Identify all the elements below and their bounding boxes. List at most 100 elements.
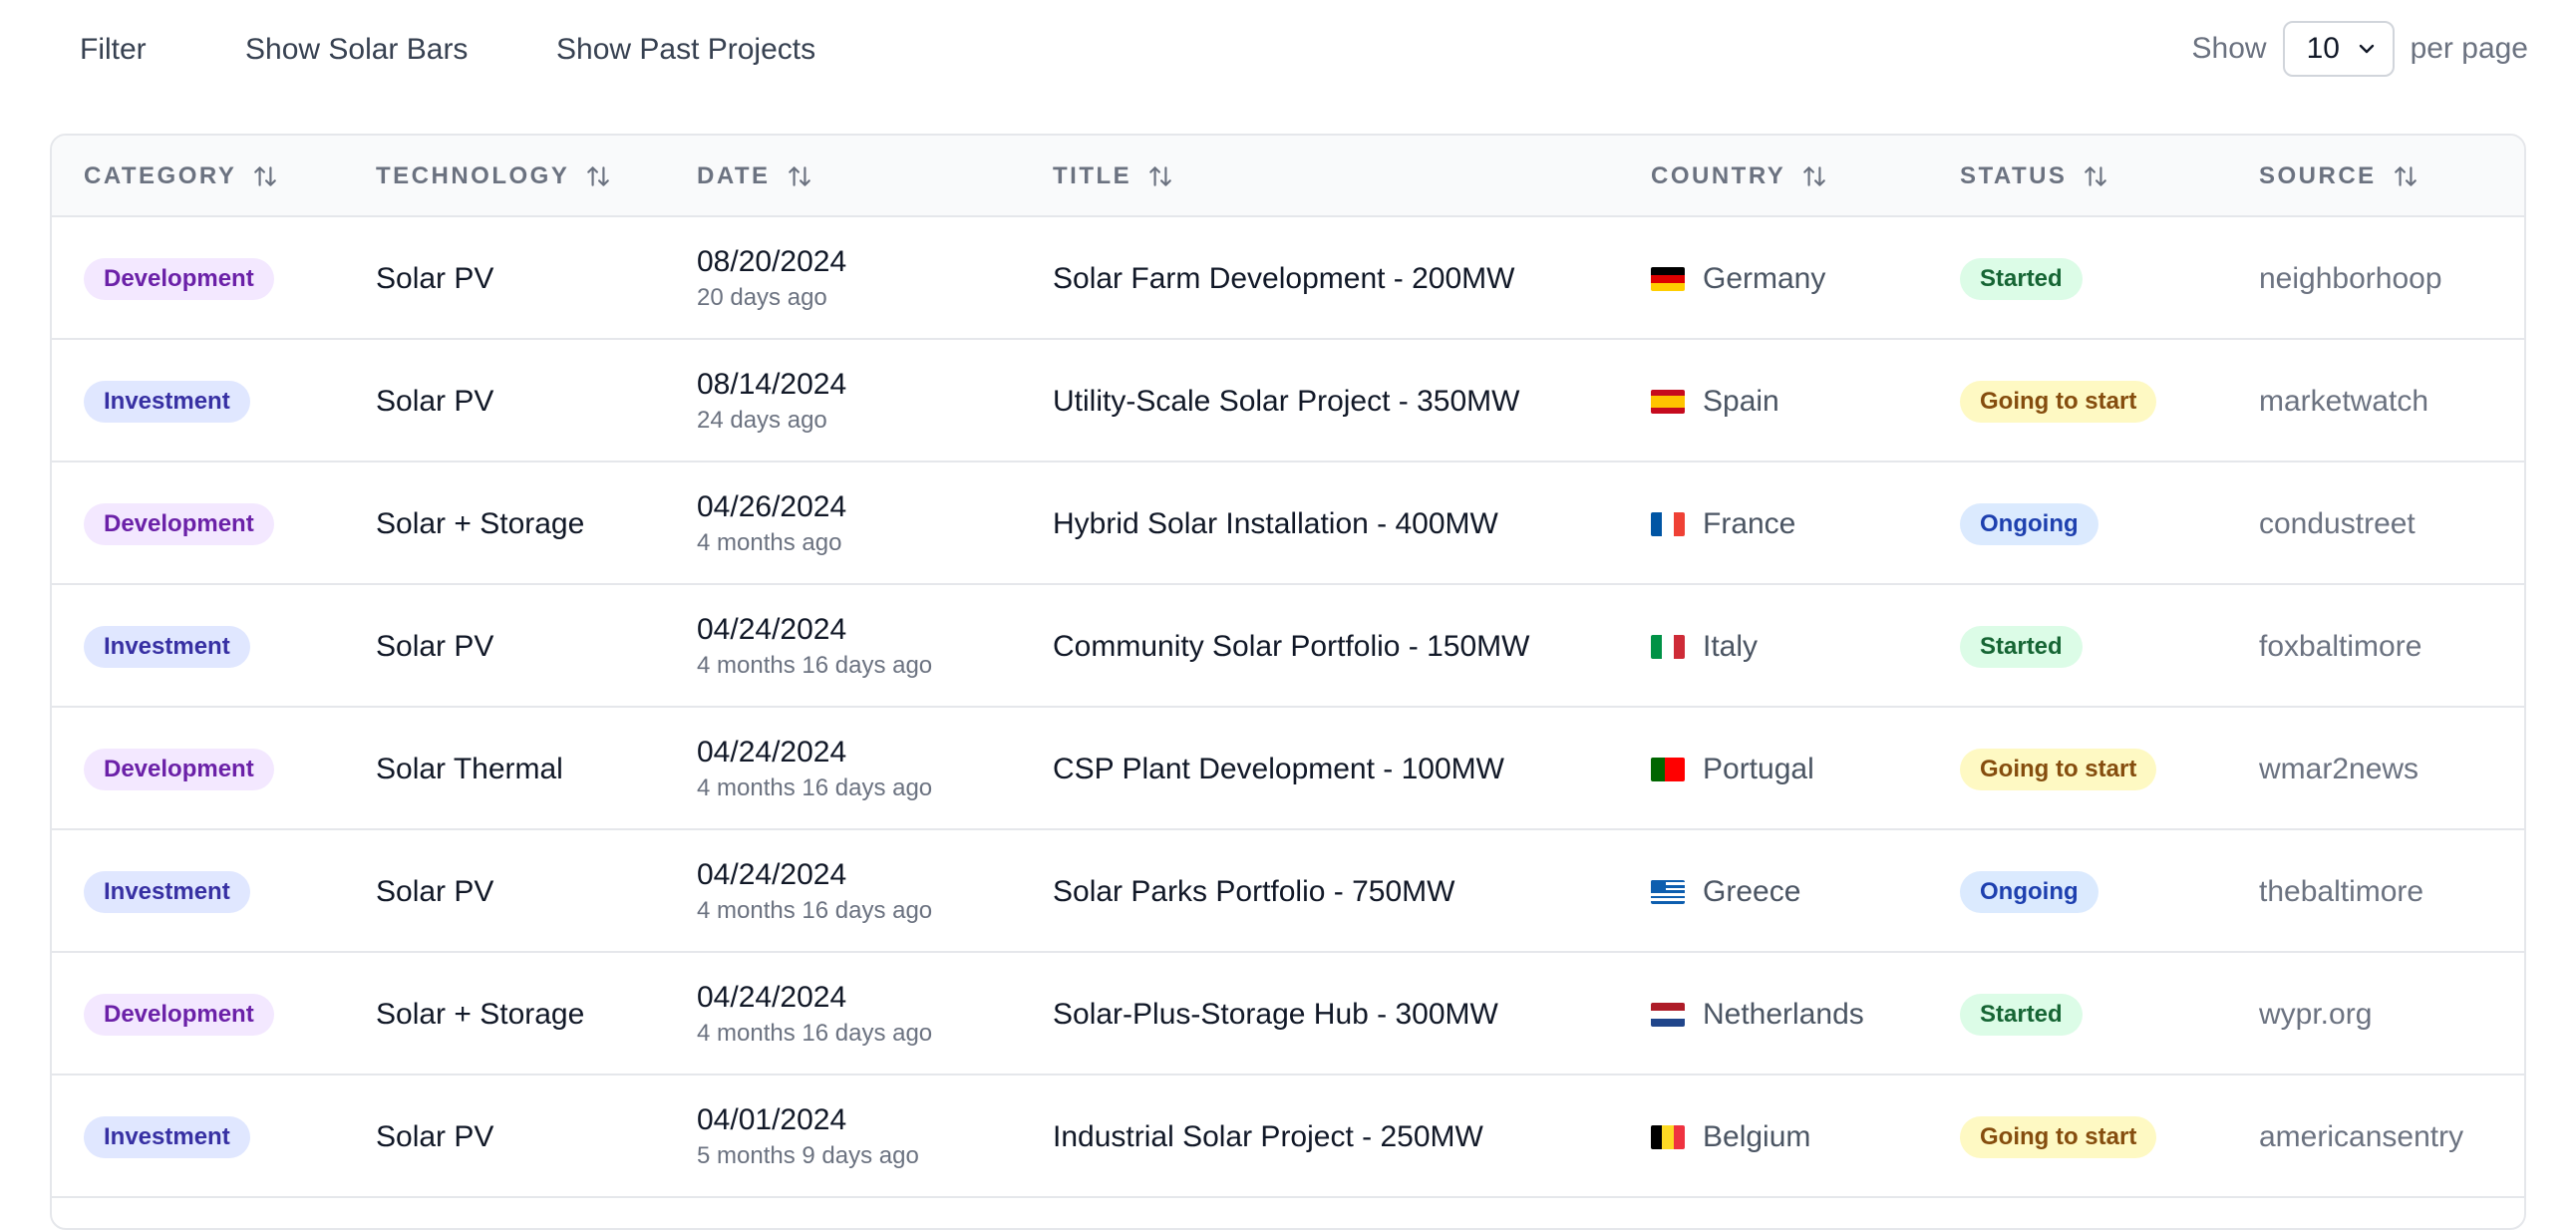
technology-cell: Solar Thermal — [376, 752, 563, 785]
flag-gr-icon — [1651, 879, 1685, 904]
column-header-status[interactable]: Status — [1960, 136, 2108, 217]
table-row[interactable]: Investment Solar PV 04/24/2024 4 months 16 … — [52, 585, 2524, 708]
chevron-down-icon — [2359, 44, 2374, 54]
table-row[interactable]: Investment Solar PV 04/01/2024 5 months 9 d… — [52, 1076, 2524, 1198]
table-row[interactable]: Investment Solar PV 04/24/2024 4 months 16 … — [52, 830, 2524, 953]
category-badge: Development — [84, 502, 274, 545]
title-cell[interactable]: Hybrid Solar Installation - 400MW — [1053, 462, 1498, 585]
date-relative: 4 months 16 days ago — [697, 773, 933, 801]
country-name: Germany — [1703, 261, 1826, 295]
sort-arrows-icon[interactable] — [1147, 163, 1173, 189]
date-cell: 04/24/2024 4 months 16 days ago — [697, 708, 932, 830]
sort-arrows-icon[interactable] — [2083, 163, 2108, 189]
status-badge: Started — [1960, 993, 2083, 1036]
date-relative: 4 months 16 days ago — [697, 1019, 933, 1047]
column-header-label: Source — [2259, 162, 2377, 189]
sort-arrows-icon[interactable] — [2393, 163, 2418, 189]
status-cell: Going to start — [1960, 1076, 2157, 1198]
source-cell[interactable]: marketwatch — [2259, 340, 2428, 462]
status-cell: Started — [1960, 953, 2083, 1076]
show-label: Show — [2191, 32, 2267, 65]
title-cell[interactable]: Industrial Solar Project - 250MW — [1053, 1076, 1483, 1198]
date-value: 04/24/2024 — [697, 980, 847, 1014]
column-header-label: Category — [84, 162, 237, 189]
column-header-label: Status — [1960, 162, 2068, 189]
status-cell: Ongoing — [1960, 830, 2098, 953]
date-cell: 04/01/2024 5 months 9 days ago — [697, 1076, 919, 1198]
sort-arrows-icon[interactable] — [1801, 163, 1827, 189]
country-name: Portugal — [1703, 752, 1814, 785]
source-cell[interactable]: wmar2news — [2259, 708, 2418, 830]
country-cell: Portugal — [1651, 708, 1814, 830]
table-row[interactable]: Development Solar Thermal 04/24/2024 4 mont… — [52, 708, 2524, 830]
table-row[interactable]: Development Solar + Storage 04/24/2024 4 mo… — [52, 953, 2524, 1076]
column-header-technology[interactable]: Technology — [376, 136, 611, 217]
sort-arrows-icon[interactable] — [787, 163, 812, 189]
column-header-label: Technology — [376, 162, 570, 189]
source-cell[interactable]: wypr.org — [2259, 953, 2372, 1076]
sort-arrows-icon[interactable] — [252, 163, 278, 189]
show-past-projects-button[interactable]: Show Past Projects — [556, 22, 815, 78]
flag-nl-icon — [1651, 1002, 1685, 1027]
category-cell: Development — [84, 462, 274, 585]
country-cell: Greece — [1651, 830, 1800, 953]
technology-cell: Solar PV — [376, 1119, 494, 1153]
column-header-category[interactable]: Category — [84, 136, 278, 217]
source-cell[interactable]: americansentry — [2259, 1076, 2463, 1198]
status-badge: Ongoing — [1960, 502, 2098, 545]
title-cell[interactable]: Community Solar Portfolio - 150MW — [1053, 585, 1529, 708]
country-name: Belgium — [1703, 1119, 1811, 1153]
title-cell[interactable]: Solar Farm Development - 200MW — [1053, 217, 1514, 340]
country-cell: France — [1651, 462, 1795, 585]
date-value: 08/14/2024 — [697, 367, 847, 401]
table-row[interactable]: Development Solar + Storage 04/26/2024 4 mo… — [52, 462, 2524, 585]
status-cell: Started — [1960, 585, 2083, 708]
source-cell[interactable]: foxbaltimore — [2259, 585, 2421, 708]
date-relative: 24 days ago — [697, 406, 827, 434]
per-page-value: 10 — [2306, 32, 2340, 65]
filter-button[interactable]: Filter — [80, 22, 147, 78]
status-badge: Started — [1960, 625, 2083, 668]
category-cell: Development — [84, 953, 274, 1076]
category-cell: Investment — [84, 1076, 250, 1198]
date-cell: 04/26/2024 4 months ago — [697, 462, 846, 585]
status-badge: Started — [1960, 257, 2083, 300]
table-row[interactable]: Investment Solar PV 08/14/2024 24 days ago U… — [52, 340, 2524, 462]
category-badge: Investment — [84, 870, 250, 913]
column-header-country[interactable]: Country — [1651, 136, 1827, 217]
sort-arrows-icon[interactable] — [585, 163, 611, 189]
country-cell: Germany — [1651, 217, 1825, 340]
title-cell[interactable]: Solar-Plus-Storage Hub - 300MW — [1053, 953, 1498, 1076]
column-header-label: Date — [697, 162, 771, 189]
date-value: 08/20/2024 — [697, 244, 847, 278]
title-cell[interactable]: Solar Parks Portfolio - 750MW — [1053, 830, 1454, 953]
per-page-select[interactable]: 10 — [2282, 21, 2395, 77]
technology-cell: Solar + Storage — [376, 997, 585, 1031]
source-cell[interactable]: thebaltimore — [2259, 830, 2423, 953]
table-row[interactable]: Development Solar PV 08/20/2024 20 days ago… — [52, 217, 2524, 340]
table-header: Category Technology Date Title Country Status… — [52, 136, 2524, 217]
source-cell[interactable]: condustreet — [2259, 462, 2415, 585]
column-header-label: Title — [1053, 162, 1132, 189]
category-badge: Investment — [84, 1115, 250, 1158]
date-cell: 04/24/2024 4 months 16 days ago — [697, 830, 932, 953]
title-cell[interactable]: CSP Plant Development - 100MW — [1053, 708, 1504, 830]
column-header-title[interactable]: Title — [1053, 136, 1173, 217]
category-badge: Investment — [84, 380, 250, 423]
show-solar-bars-button[interactable]: Show Solar Bars — [245, 22, 468, 78]
flag-es-icon — [1651, 389, 1685, 414]
projects-table: Category Technology Date Title Country Status… — [50, 134, 2526, 1230]
status-badge: Going to start — [1960, 1115, 2157, 1158]
flag-de-icon — [1651, 266, 1685, 291]
category-cell: Development — [84, 708, 274, 830]
title-cell[interactable]: Utility-Scale Solar Project - 350MW — [1053, 340, 1519, 462]
source-cell[interactable]: neighborhoop — [2259, 217, 2442, 340]
per-page-control: Show 10 per page — [2192, 20, 2528, 78]
flag-it-icon — [1651, 634, 1685, 659]
column-header-date[interactable]: Date — [697, 136, 812, 217]
country-cell: Spain — [1651, 340, 1779, 462]
country-cell: Netherlands — [1651, 953, 1864, 1076]
category-cell: Investment — [84, 340, 250, 462]
per-page-suffix: per page — [2410, 32, 2528, 65]
column-header-source[interactable]: Source — [2259, 136, 2418, 217]
